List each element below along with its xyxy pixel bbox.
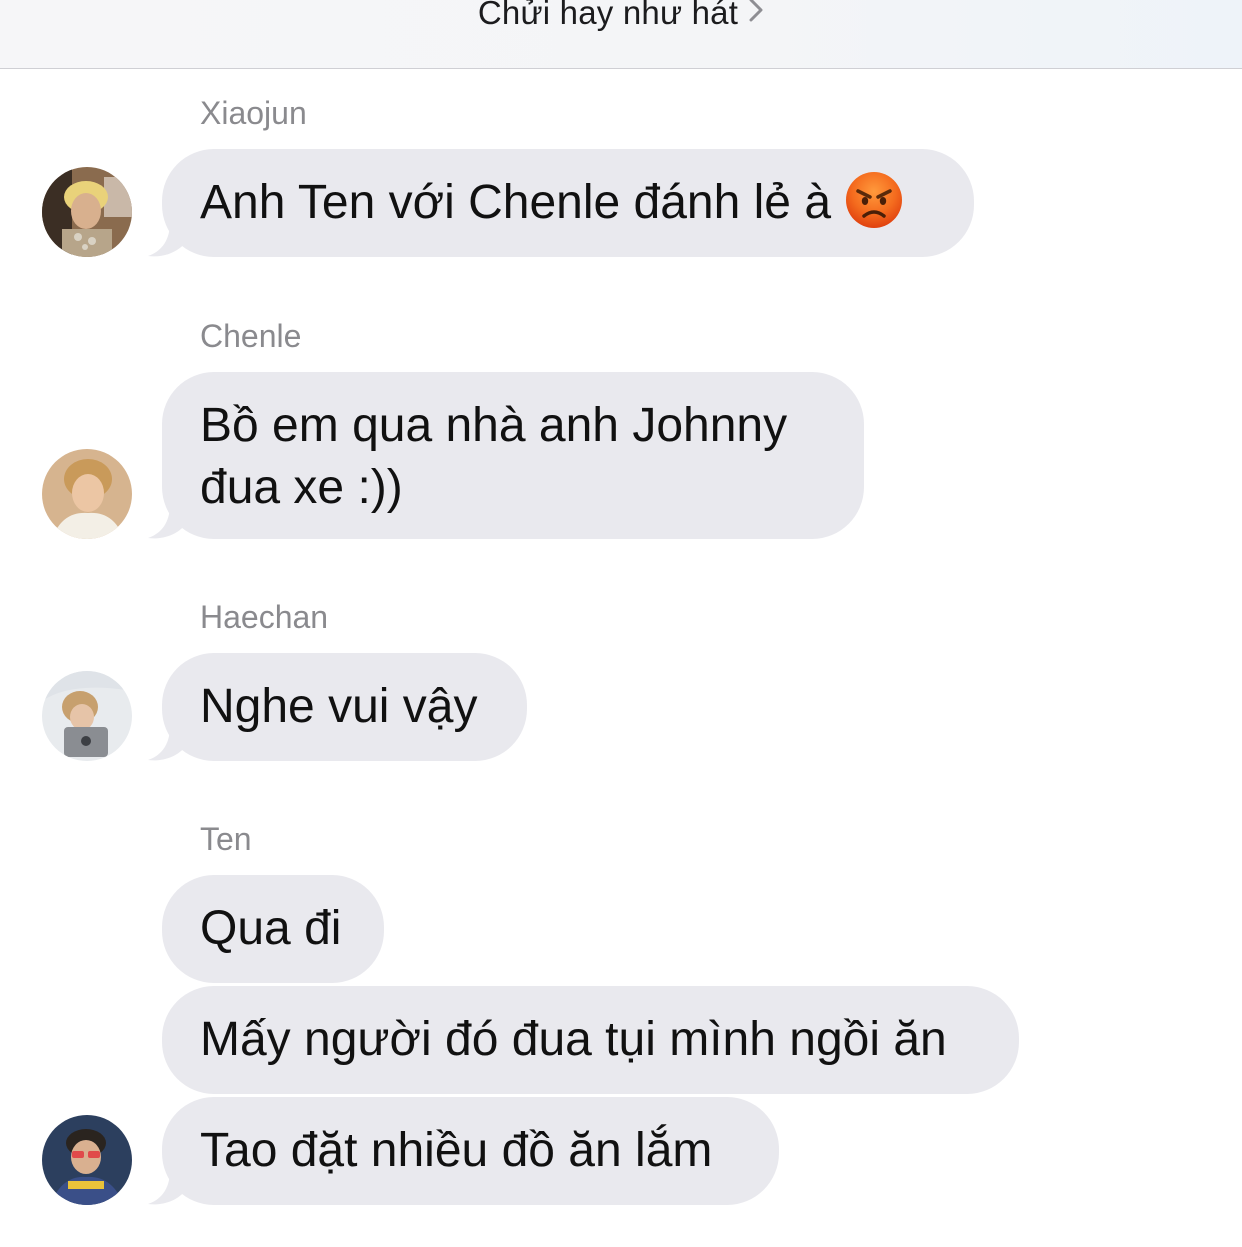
avatar[interactable] — [42, 1115, 132, 1205]
avatar[interactable] — [42, 671, 132, 761]
message-bubble[interactable]: Nghe vui vậy — [162, 653, 527, 761]
angry-face-icon — [845, 171, 903, 229]
message-text: Qua đi — [200, 902, 342, 955]
message-text: Nghe vui vậy — [200, 680, 478, 733]
sender-name: Chenle — [200, 318, 302, 354]
message-bubble[interactable]: Mấy người đó đua tụi mình ngồi ăn — [162, 986, 1019, 1094]
chevron-right-icon — [748, 0, 764, 32]
bubble-tail — [148, 1170, 186, 1205]
avatar[interactable] — [42, 449, 132, 539]
message-text: Mấy người đó đua tụi mình ngồi ăn — [200, 1013, 947, 1066]
message-text: đua xe :)) — [200, 461, 403, 514]
sender-name: Haechan — [200, 599, 329, 635]
avatar[interactable] — [42, 167, 132, 257]
message-text: Tao đặt nhiều đồ ăn lắm — [200, 1124, 713, 1177]
group-title-button[interactable]: Chửi hay như hát — [0, 0, 1242, 32]
message-bubble[interactable]: Anh Ten với Chenle đánh lẻ à — [162, 149, 974, 257]
bubble-tail — [148, 504, 186, 539]
bubble-tail — [148, 222, 186, 257]
message-text: Bồ em qua nhà anh Johnny — [200, 399, 788, 452]
message-bubble[interactable]: Qua đi — [162, 875, 384, 983]
sender-name: Ten — [200, 821, 252, 857]
message-text: Anh Ten với Chenle đánh lẻ à — [200, 176, 832, 229]
sender-name: Xiaojun — [200, 95, 307, 131]
group-title: Chửi hay như hát — [477, 0, 739, 31]
message-bubble[interactable]: Bồ em qua nhà anh Johnny đua xe :)) — [162, 372, 864, 539]
chat-header: Chửi hay như hát — [0, 0, 1242, 69]
message-bubble[interactable]: Tao đặt nhiều đồ ăn lắm — [162, 1097, 779, 1205]
bubble-tail — [148, 726, 186, 761]
